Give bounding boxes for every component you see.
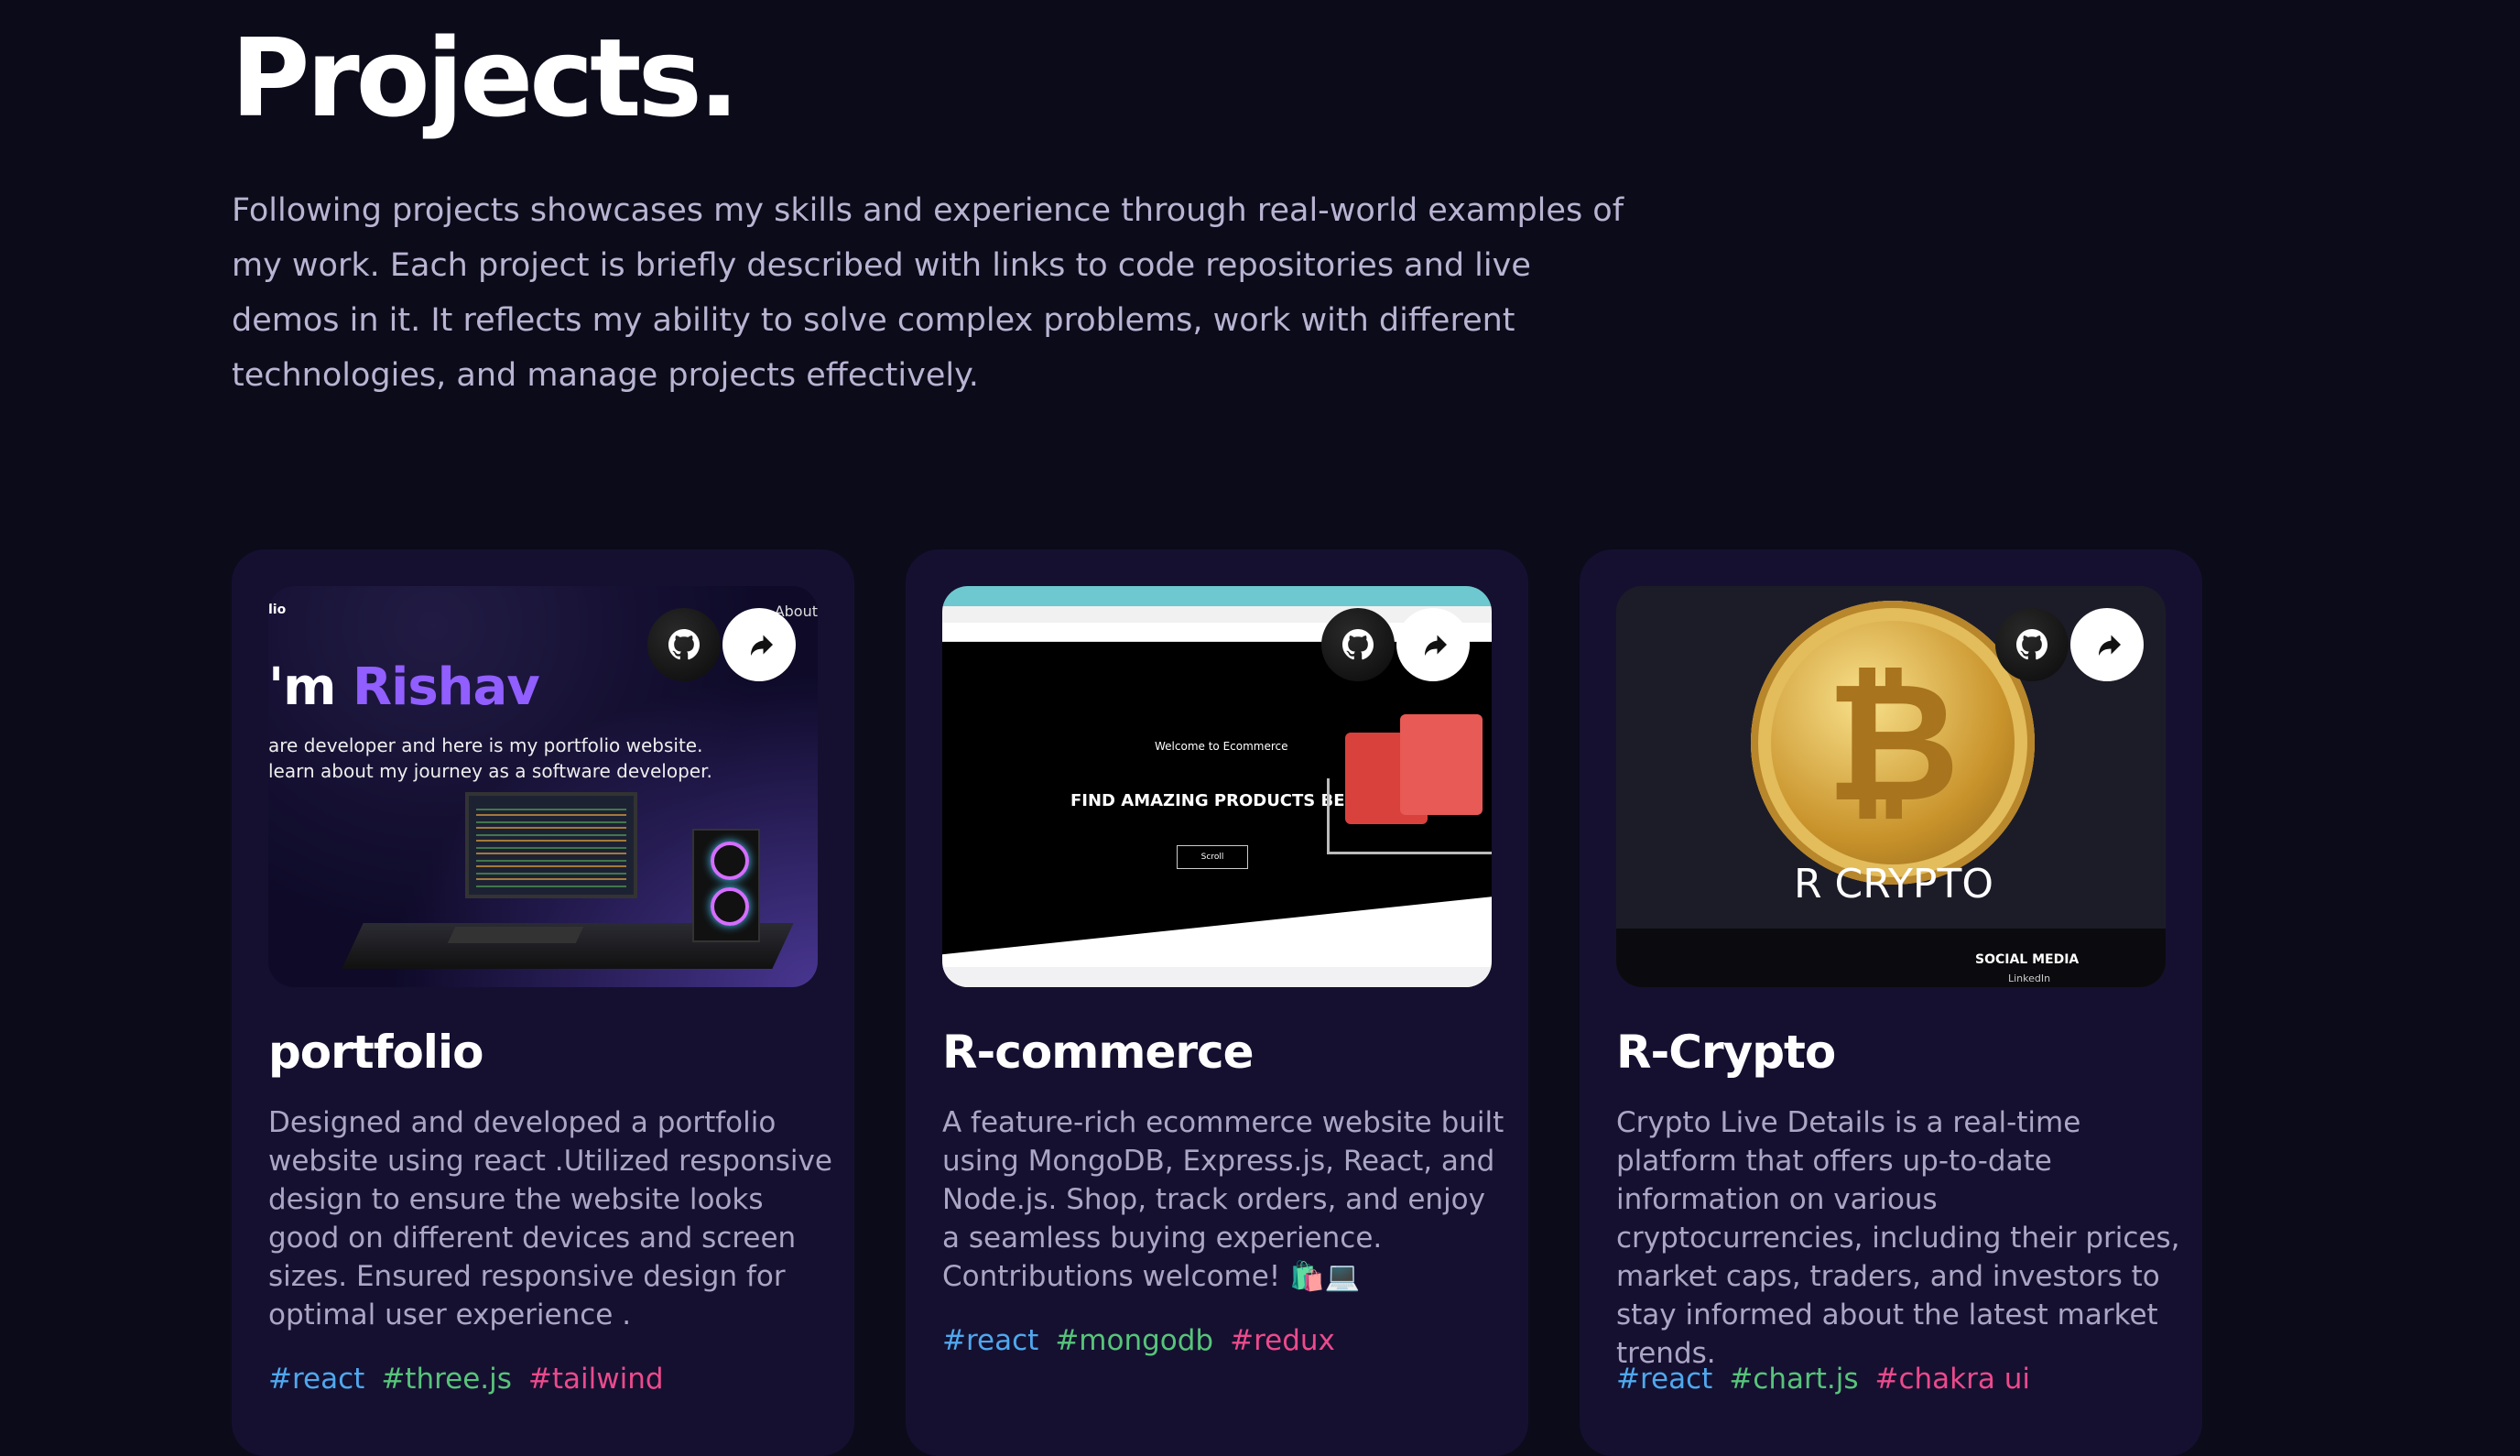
project-preview-image: lio About 'm Rishav are developer and he…	[268, 586, 818, 987]
project-tags: #react #three.js #tailwind	[268, 1363, 664, 1396]
tag: #chart.js	[1729, 1363, 1859, 1396]
tag: #mongodb	[1055, 1324, 1214, 1357]
project-description: Designed and developed a portfolio websi…	[268, 1106, 832, 1331]
shopping-cart-graphic	[1309, 696, 1492, 870]
tag: #react	[268, 1363, 365, 1396]
project-card-r-commerce: Welcome to Ecommerce FIND AMAZING PRODUC…	[906, 549, 1528, 1456]
project-description: Crypto Live Details is a real-time platf…	[1616, 1106, 2180, 1370]
project-preview-image: ₿ R CRYPTO SOCIAL MEDIA LinkedIn	[1616, 586, 2166, 987]
project-title: R-commerce	[942, 1026, 1255, 1079]
section-intro: Following projects showcases my skills a…	[232, 192, 1624, 394]
preview-brand: R CRYPTO	[1794, 861, 1993, 907]
project-card-r-crypto: ₿ R CRYPTO SOCIAL MEDIA LinkedIn R-Crypt…	[1580, 549, 2202, 1456]
github-icon[interactable]	[1321, 608, 1395, 681]
preview-logo: lio	[268, 603, 287, 617]
tag: #tailwind	[527, 1363, 664, 1396]
tag: #react	[1616, 1363, 1713, 1396]
project-tags: #react #mongodb #redux	[942, 1324, 1335, 1357]
project-title: R-Crypto	[1616, 1026, 1836, 1079]
monitor-graphic	[465, 792, 637, 898]
external-link-icon[interactable]	[1396, 608, 1470, 681]
project-title: portfolio	[268, 1026, 483, 1079]
section-title: Projects.	[231, 15, 740, 141]
project-description: A feature-rich ecommerce website built u…	[942, 1106, 1504, 1293]
preview-heading: 'm Rishav	[268, 657, 540, 717]
tag: #react	[942, 1324, 1039, 1357]
project-card-portfolio: lio About 'm Rishav are developer and he…	[232, 549, 854, 1456]
tag: #redux	[1230, 1324, 1335, 1357]
tag: #chakra ui	[1874, 1363, 2030, 1396]
github-icon[interactable]	[1995, 608, 2069, 681]
project-preview-image: Welcome to Ecommerce FIND AMAZING PRODUC…	[942, 586, 1492, 987]
preview-scroll: Scroll	[1177, 845, 1248, 869]
github-icon[interactable]	[647, 608, 721, 681]
keyboard-graphic	[447, 927, 584, 943]
preview-welcome: Welcome to Ecommerce	[1155, 740, 1288, 753]
bitcoin-coin-graphic: ₿	[1751, 601, 2035, 885]
preview-subtext: are developer and here is my portfolio w…	[268, 734, 712, 782]
preview-footer-link: LinkedIn	[2008, 972, 2051, 984]
external-link-icon[interactable]	[2070, 608, 2144, 681]
preview-footer-title: SOCIAL MEDIA	[1975, 952, 2080, 967]
external-link-icon[interactable]	[722, 608, 796, 681]
pc-tower-graphic	[692, 829, 760, 942]
project-tags: #react #chart.js #chakra ui	[1616, 1363, 2030, 1396]
tag: #three.js	[381, 1363, 512, 1396]
